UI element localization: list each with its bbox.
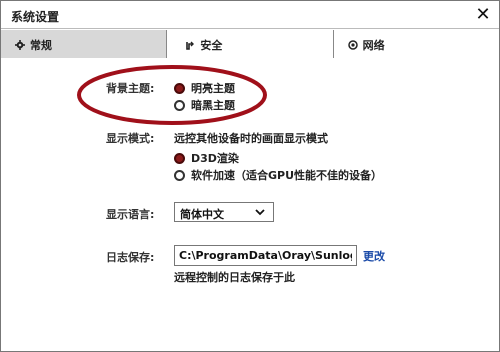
tab-general-label: 常规: [30, 39, 52, 52]
title-bar: 系统设置 ✕: [1, 1, 499, 29]
chevron-down-icon: [255, 209, 265, 216]
tab-network[interactable]: 网络: [333, 30, 499, 58]
close-icon: ✕: [475, 4, 491, 25]
theme-light-radio[interactable]: 明亮主题: [174, 80, 235, 96]
annotation-ellipse: [77, 65, 267, 125]
gear-icon: [15, 40, 25, 50]
radio-indicator: [174, 152, 185, 164]
theme-light-label: 明亮主题: [191, 82, 235, 95]
language-label: 显示语言:: [106, 208, 155, 221]
log-label: 日志保存:: [106, 251, 155, 264]
theme-dark-label: 暗黑主题: [191, 99, 235, 112]
network-icon: [347, 40, 358, 50]
display-mode-description: 远控其他设备时的画面显示模式: [174, 132, 328, 145]
tab-security[interactable]: 安全: [167, 30, 334, 58]
tab-general[interactable]: 常规: [1, 30, 168, 58]
radio-indicator: [174, 169, 185, 181]
tab-network-label: 网络: [362, 39, 385, 52]
software-accel-label: 软件加速（适合GPU性能不佳的设备）: [191, 169, 383, 182]
radio-indicator: [174, 82, 185, 94]
radio-indicator: [174, 99, 185, 111]
language-select[interactable]: 简体中文: [174, 202, 274, 222]
log-note: 远程控制的日志保存于此: [174, 271, 295, 284]
window-title: 系统设置: [11, 10, 60, 24]
close-button[interactable]: ✕: [473, 5, 493, 25]
d3d-render-label: D3D渲染: [191, 152, 239, 165]
theme-dark-radio[interactable]: 暗黑主题: [174, 97, 235, 113]
display-mode-label: 显示模式:: [106, 132, 155, 145]
log-path-input[interactable]: [174, 245, 357, 266]
tab-security-label: 安全: [200, 39, 223, 52]
tab-bar: 常规 安全 网络: [1, 30, 499, 58]
d3d-render-radio[interactable]: D3D渲染: [174, 150, 239, 166]
settings-window: 系统设置 ✕ 常规 安全 网络 背景主题: 明亮主题 暗黑主题 显示模式: 远控…: [0, 0, 500, 352]
language-select-value: 简体中文: [180, 208, 224, 221]
security-icon: [186, 41, 195, 50]
software-accel-radio[interactable]: 软件加速（适合GPU性能不佳的设备）: [174, 167, 382, 183]
change-path-link[interactable]: 更改: [363, 248, 385, 264]
theme-label: 背景主题:: [106, 82, 155, 95]
